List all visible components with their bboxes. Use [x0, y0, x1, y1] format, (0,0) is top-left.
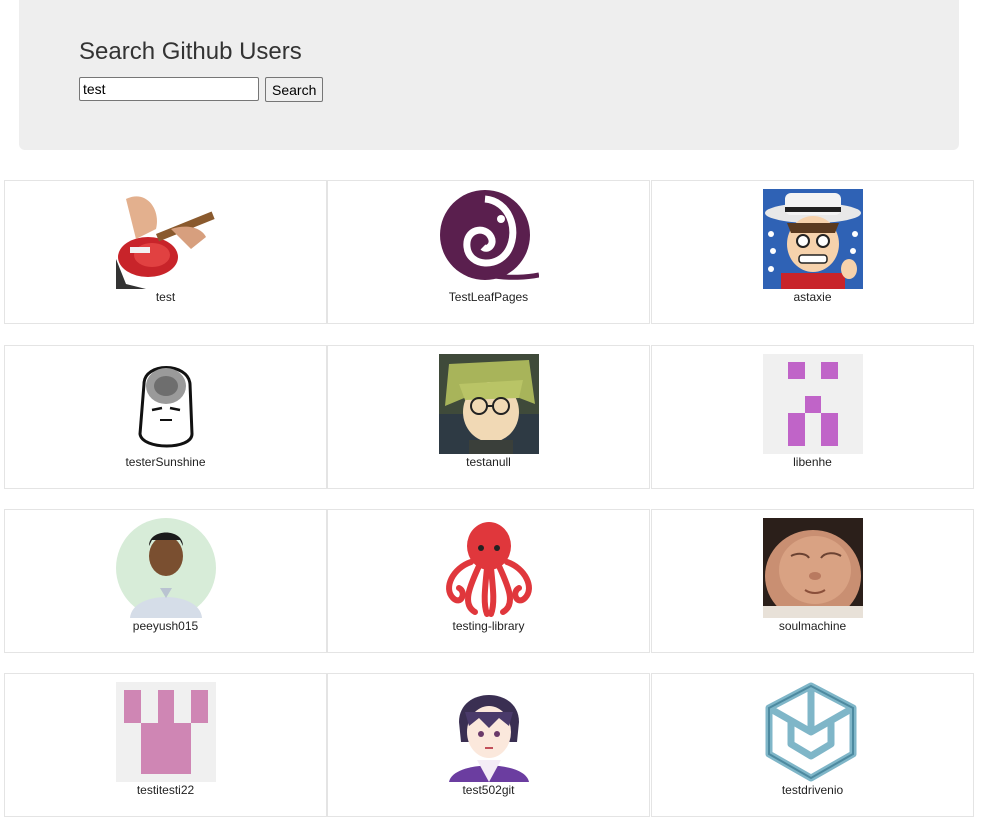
- pink-identicon-avatar[interactable]: [115, 682, 216, 782]
- user-login[interactable]: test502git: [328, 783, 649, 797]
- user-card[interactable]: astaxie: [651, 180, 974, 324]
- search-button[interactable]: Search: [265, 77, 324, 102]
- user-login[interactable]: libenhe: [652, 455, 973, 469]
- user-card[interactable]: soulmachine: [651, 509, 974, 653]
- blue-cube-logo-avatar[interactable]: [762, 682, 863, 782]
- user-row: testitesti22 test502git testdrivenio: [4, 673, 974, 817]
- anime-purple-hair-avatar[interactable]: [438, 682, 539, 782]
- guitar-player-avatar[interactable]: [115, 189, 216, 289]
- user-row: test TestLeafPages astaxie: [4, 180, 974, 324]
- meme-face-avatar[interactable]: [115, 354, 216, 454]
- baby-face-avatar[interactable]: [762, 518, 863, 618]
- user-login[interactable]: testdrivenio: [652, 783, 973, 797]
- purple-swirl-logo-avatar[interactable]: [438, 189, 539, 289]
- cartoon-hat-man-avatar[interactable]: [762, 189, 863, 289]
- anime-glasses-boy-avatar[interactable]: [438, 354, 539, 454]
- user-card[interactable]: testanull: [327, 345, 650, 489]
- user-row: peeyush015 testing-library soulmachine: [4, 509, 974, 653]
- user-card[interactable]: testerSunshine: [4, 345, 327, 489]
- user-login[interactable]: test: [5, 290, 326, 304]
- user-card[interactable]: test502git: [327, 673, 650, 817]
- user-card[interactable]: libenhe: [651, 345, 974, 489]
- user-row: testerSunshine testanull libenhe: [4, 345, 974, 489]
- user-login[interactable]: testing-library: [328, 619, 649, 633]
- page-title: Search Github Users: [79, 38, 302, 65]
- search-input[interactable]: [79, 77, 259, 101]
- user-card[interactable]: test: [4, 180, 327, 324]
- user-card[interactable]: testdrivenio: [651, 673, 974, 817]
- user-login[interactable]: testanull: [328, 455, 649, 469]
- user-login[interactable]: testitesti22: [5, 783, 326, 797]
- user-login[interactable]: peeyush015: [5, 619, 326, 633]
- red-octopus-avatar[interactable]: [438, 518, 539, 618]
- user-login[interactable]: soulmachine: [652, 619, 973, 633]
- user-card[interactable]: testitesti22: [4, 673, 327, 817]
- user-login[interactable]: TestLeafPages: [328, 290, 649, 304]
- user-login[interactable]: astaxie: [652, 290, 973, 304]
- user-card[interactable]: TestLeafPages: [327, 180, 650, 324]
- user-card[interactable]: testing-library: [327, 509, 650, 653]
- search-section: Search Github Users Search: [19, 0, 959, 150]
- purple-identicon-avatar[interactable]: [762, 354, 863, 454]
- man-portrait-avatar[interactable]: [115, 518, 216, 618]
- user-login[interactable]: testerSunshine: [5, 455, 326, 469]
- user-card[interactable]: peeyush015: [4, 509, 327, 653]
